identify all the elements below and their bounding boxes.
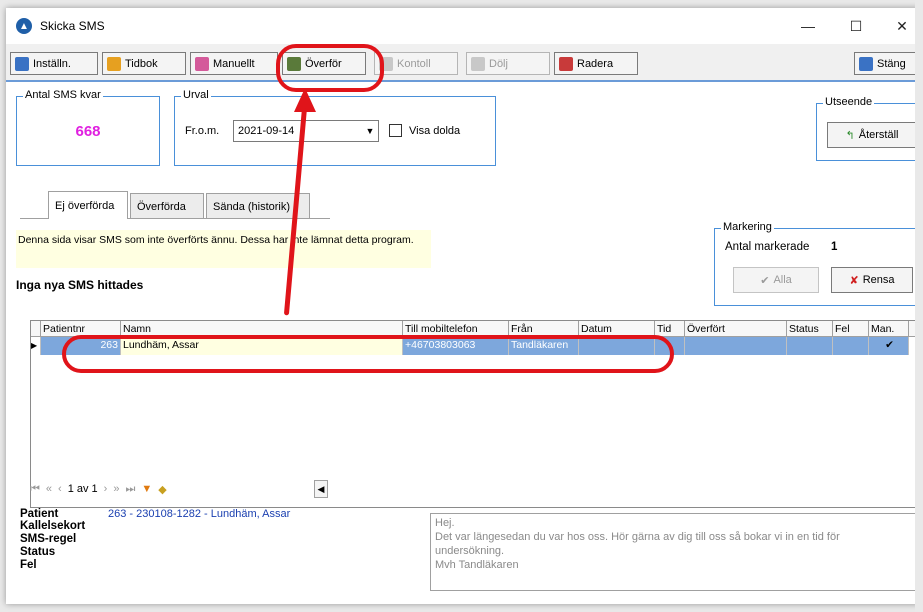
manual-button[interactable]: Manuellt <box>190 52 278 75</box>
cell-transferred[interactable] <box>685 337 787 355</box>
prev-page-group-icon[interactable]: « <box>46 483 52 495</box>
clear-icon: ✘ <box>849 274 859 287</box>
patient-value: 263 - 230108-1282 - Lundhäm, Assar <box>108 508 291 520</box>
calendar-icon <box>107 56 121 71</box>
selection-group: Urval Fr.o.m. 2021-09-14 ▼ Visa dolda <box>174 89 496 166</box>
appearance-label: Utseende <box>823 96 875 108</box>
reset-button[interactable]: ↰ Återställ <box>827 122 917 148</box>
status-label: Status <box>20 546 56 558</box>
door-icon <box>859 56 873 71</box>
settings-icon <box>15 56 29 71</box>
title-bar: ▲ Skicka SMS — ☐ ✕ <box>6 8 921 44</box>
app-icon: ▲ <box>16 18 32 34</box>
column-header-patientnr[interactable]: Patientnr <box>41 321 121 336</box>
next-page-group-icon[interactable]: » <box>113 483 119 495</box>
cell-status[interactable] <box>787 337 833 355</box>
minimize-button[interactable]: — <box>788 14 828 38</box>
cell-error[interactable] <box>833 337 869 355</box>
manual-icon <box>195 56 209 71</box>
column-header-transferred[interactable]: Överfört <box>685 321 787 336</box>
tab-not-transferred-label: Ej överförda <box>55 199 115 212</box>
grid-corner[interactable] <box>31 321 41 336</box>
control-label: Kontoll <box>397 57 431 70</box>
check-all-icon: ✔ <box>760 274 770 287</box>
appearance-group: Utseende ↰ Återställ <box>816 96 920 161</box>
torn-edge <box>915 0 923 612</box>
kallelsekort-label: Kallelsekort <box>20 520 86 532</box>
settings-button[interactable]: Inställn. <box>10 52 98 75</box>
column-header-manual[interactable]: Man. <box>869 321 909 336</box>
hide-button[interactable]: Dölj <box>466 52 550 75</box>
fish-icon[interactable]: ◆ <box>158 483 166 496</box>
marked-count-label: Antal markerade <box>725 241 810 253</box>
tab-history-label: Sända (historik) <box>213 200 291 213</box>
maximize-button[interactable]: ☐ <box>836 14 876 38</box>
from-date-label: Fr.o.m. <box>185 125 220 137</box>
message-preview: Hej. Det var längesedan du var hos oss. … <box>430 513 916 591</box>
selection-label: Urval <box>181 89 211 101</box>
info-box: Denna sida visar SMS som inte överförts … <box>16 230 431 268</box>
calendar-label: Tidbok <box>125 57 158 70</box>
manual-label: Manuellt <box>213 57 255 70</box>
tab-transferred-label: Överförda <box>137 200 186 213</box>
marked-count-value: 1 <box>831 241 838 253</box>
transfer-highlight <box>276 44 384 92</box>
prev-page-icon[interactable]: ‹ <box>58 483 62 495</box>
column-header-from[interactable]: Från <box>509 321 579 336</box>
marking-label: Markering <box>721 221 774 233</box>
sms-left-count: 668 <box>75 123 101 140</box>
clear-label: Rensa <box>862 274 895 286</box>
window-title: Skicka SMS <box>40 19 105 33</box>
filter-icon[interactable]: ▼ <box>141 483 152 495</box>
page-indicator: 1 av 1 <box>67 483 98 495</box>
no-sms-message: Inga nya SMS hittades <box>16 278 144 292</box>
next-page-icon[interactable]: › <box>104 483 108 495</box>
close-window-label: Stäng <box>877 57 906 70</box>
smsregel-label: SMS-regel <box>20 533 77 545</box>
last-page-icon[interactable]: ⏭ <box>125 483 135 496</box>
tab-not-transferred[interactable]: Ej överförda <box>48 191 128 219</box>
sms-left-group: Antal SMS kvar 668 <box>16 89 160 166</box>
clear-button[interactable]: ✘ Rensa <box>831 267 913 293</box>
column-header-name[interactable]: Namn <box>121 321 403 336</box>
column-header-time[interactable]: Tid <box>655 321 685 336</box>
control-button[interactable]: Kontoll <box>374 52 458 75</box>
row-highlight <box>62 335 674 373</box>
select-all-label: Alla <box>773 274 792 286</box>
sms-left-label: Antal SMS kvar <box>23 89 103 101</box>
show-hidden-checkbox[interactable] <box>389 124 402 137</box>
error-label: Fel <box>20 559 37 571</box>
reset-label: Återställ <box>858 129 899 141</box>
delete-label: Radera <box>577 57 614 70</box>
close-window-button[interactable]: Stäng <box>854 52 921 75</box>
from-date-value: 2021-09-14 <box>238 125 295 137</box>
marking-group: Markering Antal markerade 1 ✔ Alla ✘ Ren… <box>714 221 920 306</box>
from-date-picker[interactable]: 2021-09-14 ▼ <box>233 120 379 142</box>
settings-label: Inställn. <box>33 57 71 70</box>
chevron-down-icon[interactable]: ▼ <box>362 121 378 141</box>
row-indicator-icon: ▶ <box>31 337 41 355</box>
show-hidden-label: Visa dolda <box>409 125 461 137</box>
first-page-icon[interactable]: ⏮ <box>30 483 40 496</box>
select-all-button[interactable]: ✔ Alla <box>733 267 819 293</box>
delete-icon <box>559 56 573 71</box>
scroll-left-button[interactable]: ◀ <box>314 480 328 498</box>
hide-icon <box>471 56 485 71</box>
calendar-button[interactable]: Tidbok <box>102 52 186 75</box>
pager: ⏮ « ‹ 1 av 1 › » ⏭ ▼ ◆ <box>30 479 167 499</box>
delete-button[interactable]: Radera <box>554 52 638 75</box>
undo-icon: ↰ <box>845 129 855 142</box>
sms-window: ▲ Skicka SMS — ☐ ✕ Inställn. Tidbok Manu… <box>6 8 921 604</box>
tab-transferred[interactable]: Överförda <box>130 193 204 219</box>
patient-label: Patient <box>20 508 59 520</box>
column-header-mobile[interactable]: Till mobiltelefon <box>403 321 509 336</box>
hide-label: Dölj <box>489 57 508 70</box>
column-header-date[interactable]: Datum <box>579 321 655 336</box>
column-header-error[interactable]: Fel <box>833 321 869 336</box>
column-header-status[interactable]: Status <box>787 321 833 336</box>
cell-manual-checkbox[interactable]: ✔ <box>869 337 909 355</box>
toolbar: Inställn. Tidbok Manuellt Överför Kontol… <box>6 44 921 82</box>
